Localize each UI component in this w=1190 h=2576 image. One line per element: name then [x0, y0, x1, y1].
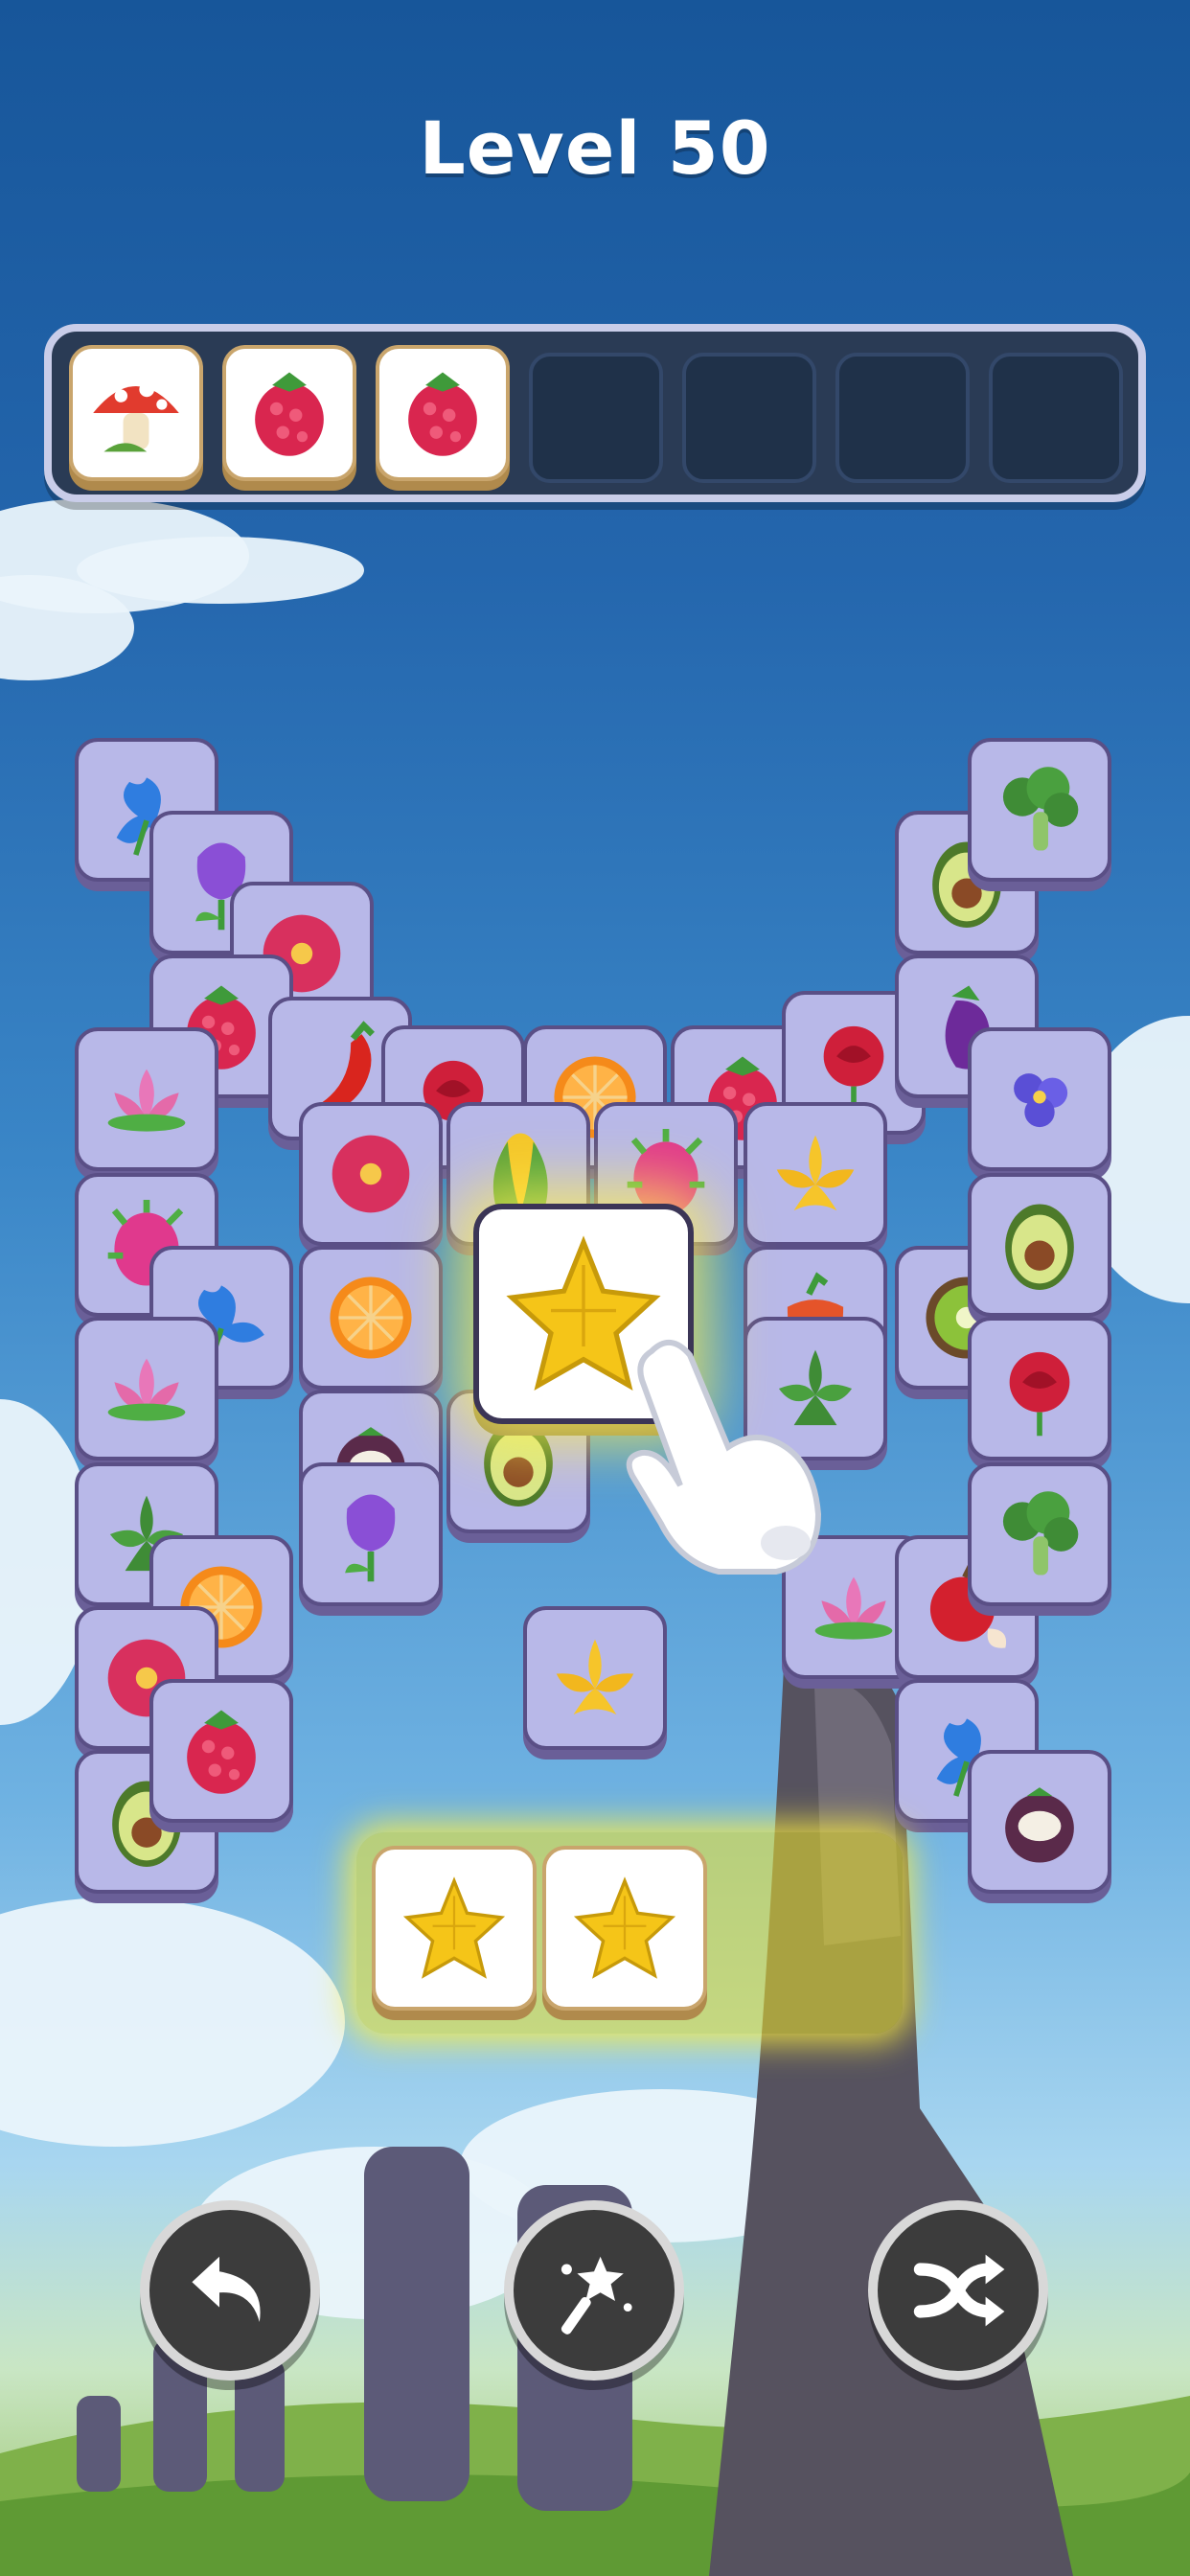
shuffle-icon: [913, 2254, 1005, 2327]
cloud: [77, 537, 364, 604]
tray-tile: [376, 345, 510, 481]
game-scene: Level 50: [0, 0, 1190, 2576]
lotus-icon: [107, 1358, 186, 1421]
board-tile[interactable]: [523, 1606, 667, 1750]
broccoli-icon: [1002, 767, 1079, 851]
tray-tile: [222, 345, 356, 481]
tray-slot: [835, 353, 970, 483]
raspberry-icon: [255, 372, 324, 456]
board-tile[interactable]: [968, 738, 1111, 882]
tray-slot: [682, 353, 816, 483]
hibiscus-icon: [332, 1135, 410, 1213]
board-tile[interactable]: [299, 1246, 443, 1390]
undo-button[interactable]: [140, 2200, 320, 2380]
board-tile[interactable]: [968, 1750, 1111, 1894]
board-tile[interactable]: [75, 1027, 218, 1171]
tray-slot: [989, 353, 1123, 483]
orange-slice-icon: [330, 1276, 412, 1359]
level-title: Level 50: [419, 105, 771, 191]
matched-tile: [372, 1846, 537, 2011]
avocado-icon: [1005, 1204, 1074, 1291]
raspberry-icon: [408, 372, 477, 456]
collection-tray: [44, 324, 1146, 502]
shuffle-button[interactable]: [868, 2200, 1048, 2380]
board-tile[interactable]: [149, 1679, 293, 1823]
raspberry-icon: [187, 1710, 256, 1794]
broccoli-icon: [1002, 1491, 1079, 1576]
violet-flower-icon: [1014, 1073, 1068, 1128]
starfruit-icon: [402, 1876, 506, 1979]
tray-slot: [529, 353, 663, 483]
mushroom-icon: [93, 381, 179, 452]
board-tile[interactable]: [75, 1317, 218, 1460]
starfruit-icon: [573, 1876, 676, 1979]
board-tile[interactable]: [968, 1173, 1111, 1317]
lotus-icon: [107, 1069, 186, 1132]
rose-icon: [823, 1025, 884, 1111]
tulip-icon: [345, 1494, 396, 1582]
matched-tile: [542, 1846, 707, 2011]
magic-wand-icon: [561, 2256, 632, 2334]
pointer-hand-icon: [626, 1340, 822, 1575]
board-tile[interactable]: [968, 1462, 1111, 1606]
tray-tile: [69, 345, 203, 481]
board-tile[interactable]: [299, 1462, 443, 1606]
lily-icon: [776, 1135, 855, 1211]
undo-icon: [192, 2256, 261, 2322]
mangosteen-icon: [1005, 1787, 1074, 1863]
rose-icon: [1009, 1351, 1070, 1437]
magic-wand-button[interactable]: [504, 2200, 684, 2380]
board-tile[interactable]: [968, 1027, 1111, 1171]
board-tile[interactable]: [744, 1102, 887, 1246]
lily-icon: [556, 1639, 634, 1715]
board-tile[interactable]: [299, 1102, 443, 1246]
board-tile[interactable]: [968, 1317, 1111, 1460]
